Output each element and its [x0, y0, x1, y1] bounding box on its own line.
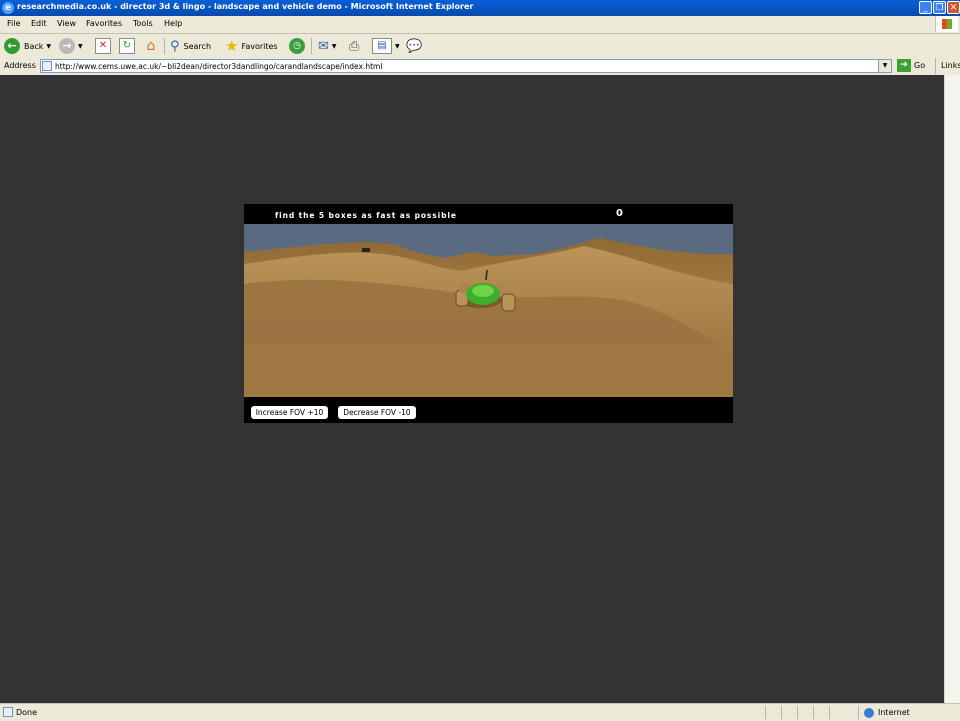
- go-arrow-icon: ➔: [897, 59, 911, 72]
- restore-button[interactable]: ❐: [933, 1, 946, 14]
- status-text: Done: [16, 708, 38, 717]
- links-button[interactable]: Links: [935, 58, 960, 74]
- stop-button[interactable]: ✕: [95, 37, 111, 55]
- title-bar: e researchmedia.co.uk - director 3d & li…: [0, 0, 960, 16]
- search-button[interactable]: ⚲ Search: [170, 37, 211, 55]
- game-window[interactable]: find the 5 boxes as fast as possible 0 I…: [244, 204, 733, 423]
- address-url[interactable]: http://www.cems.uwe.ac.uk/~bli2dean/dire…: [55, 62, 382, 71]
- address-dropdown-icon[interactable]: ▼: [878, 60, 891, 72]
- ie-icon: e: [2, 2, 14, 14]
- home-icon: ⌂: [146, 38, 156, 54]
- address-bar: Address http://www.cems.uwe.ac.uk/~bli2d…: [0, 58, 960, 75]
- search-icon: ⚲: [170, 38, 180, 54]
- forward-button[interactable]: → ▼: [59, 37, 83, 55]
- mail-dropdown-icon[interactable]: ▼: [332, 43, 337, 50]
- stop-icon: ✕: [95, 38, 111, 54]
- zone-label: Internet: [878, 708, 910, 717]
- discuss-button[interactable]: 💬: [406, 37, 422, 55]
- status-bar: Done Internet: [0, 703, 960, 721]
- menu-file[interactable]: File: [7, 19, 20, 28]
- forward-arrow-icon: →: [59, 38, 75, 54]
- address-label: Address: [4, 61, 36, 70]
- page-done-icon: [3, 707, 13, 717]
- mail-icon: ✉: [318, 38, 329, 54]
- favorites-button[interactable]: ★ Favorites: [225, 37, 278, 55]
- menu-edit[interactable]: Edit: [31, 19, 47, 28]
- security-zone[interactable]: Internet: [858, 706, 910, 719]
- page-icon: [42, 61, 52, 71]
- globe-icon: [864, 707, 874, 718]
- search-label: Search: [183, 41, 212, 51]
- forward-dropdown-icon[interactable]: ▼: [78, 43, 83, 50]
- sand-foreground: [244, 344, 733, 397]
- discuss-icon: 💬: [406, 38, 423, 54]
- back-label: Back: [24, 41, 44, 51]
- history-button[interactable]: ◷: [289, 37, 305, 55]
- vertical-scrollbar[interactable]: [944, 75, 960, 703]
- print-button[interactable]: ⎙: [349, 37, 359, 55]
- address-field[interactable]: http://www.cems.uwe.ac.uk/~bli2dean/dire…: [40, 59, 892, 73]
- box-target: [362, 248, 370, 252]
- increase-fov-button[interactable]: Increase FOV +10: [251, 406, 328, 419]
- decrease-fov-button[interactable]: Decrease FOV -10: [338, 406, 416, 419]
- back-dropdown-icon[interactable]: ▼: [46, 43, 51, 50]
- window-controls: _ ❐ ✕: [919, 1, 960, 14]
- status-pane: [813, 706, 828, 719]
- mail-button[interactable]: ✉ ▼: [318, 37, 337, 55]
- windows-logo-icon: [935, 16, 958, 32]
- menu-bar: File Edit View Favorites Tools Help: [0, 16, 960, 34]
- menu-view[interactable]: View: [57, 19, 76, 28]
- back-arrow-icon: ←: [4, 38, 20, 54]
- edit-button[interactable]: ▤ ▼: [372, 37, 400, 55]
- standard-toolbar: ← Back ▼ → ▼ ✕ ↻ ⌂ ⚲ Search ★ Favorites …: [0, 34, 960, 59]
- star-icon: ★: [225, 37, 239, 55]
- go-label: Go: [914, 61, 926, 70]
- menu-tools[interactable]: Tools: [133, 19, 153, 28]
- status-pane: [829, 706, 844, 719]
- game-viewport[interactable]: [244, 224, 733, 397]
- status-pane: [765, 706, 780, 719]
- favorites-label: Favorites: [241, 41, 278, 51]
- back-button[interactable]: ← Back ▼: [4, 37, 51, 55]
- close-button[interactable]: ✕: [947, 1, 960, 14]
- edit-page-icon: ▤: [372, 38, 392, 54]
- go-button[interactable]: ➔ Go: [897, 59, 925, 72]
- game-score: 0: [616, 208, 623, 219]
- status-pane: [781, 706, 796, 719]
- status-pane: [797, 706, 812, 719]
- game-instruction: find the 5 boxes as fast as possible: [275, 211, 457, 220]
- print-icon: ⎙: [349, 38, 360, 54]
- home-button[interactable]: ⌂: [143, 37, 159, 55]
- refresh-button[interactable]: ↻: [119, 37, 135, 55]
- edit-dropdown-icon[interactable]: ▼: [395, 43, 400, 50]
- minimize-button[interactable]: _: [919, 1, 932, 14]
- window-title: researchmedia.co.uk - director 3d & ling…: [17, 2, 474, 11]
- history-icon: ◷: [289, 38, 305, 54]
- menu-help[interactable]: Help: [164, 19, 182, 28]
- menu-favorites[interactable]: Favorites: [86, 19, 122, 28]
- refresh-icon: ↻: [119, 38, 135, 54]
